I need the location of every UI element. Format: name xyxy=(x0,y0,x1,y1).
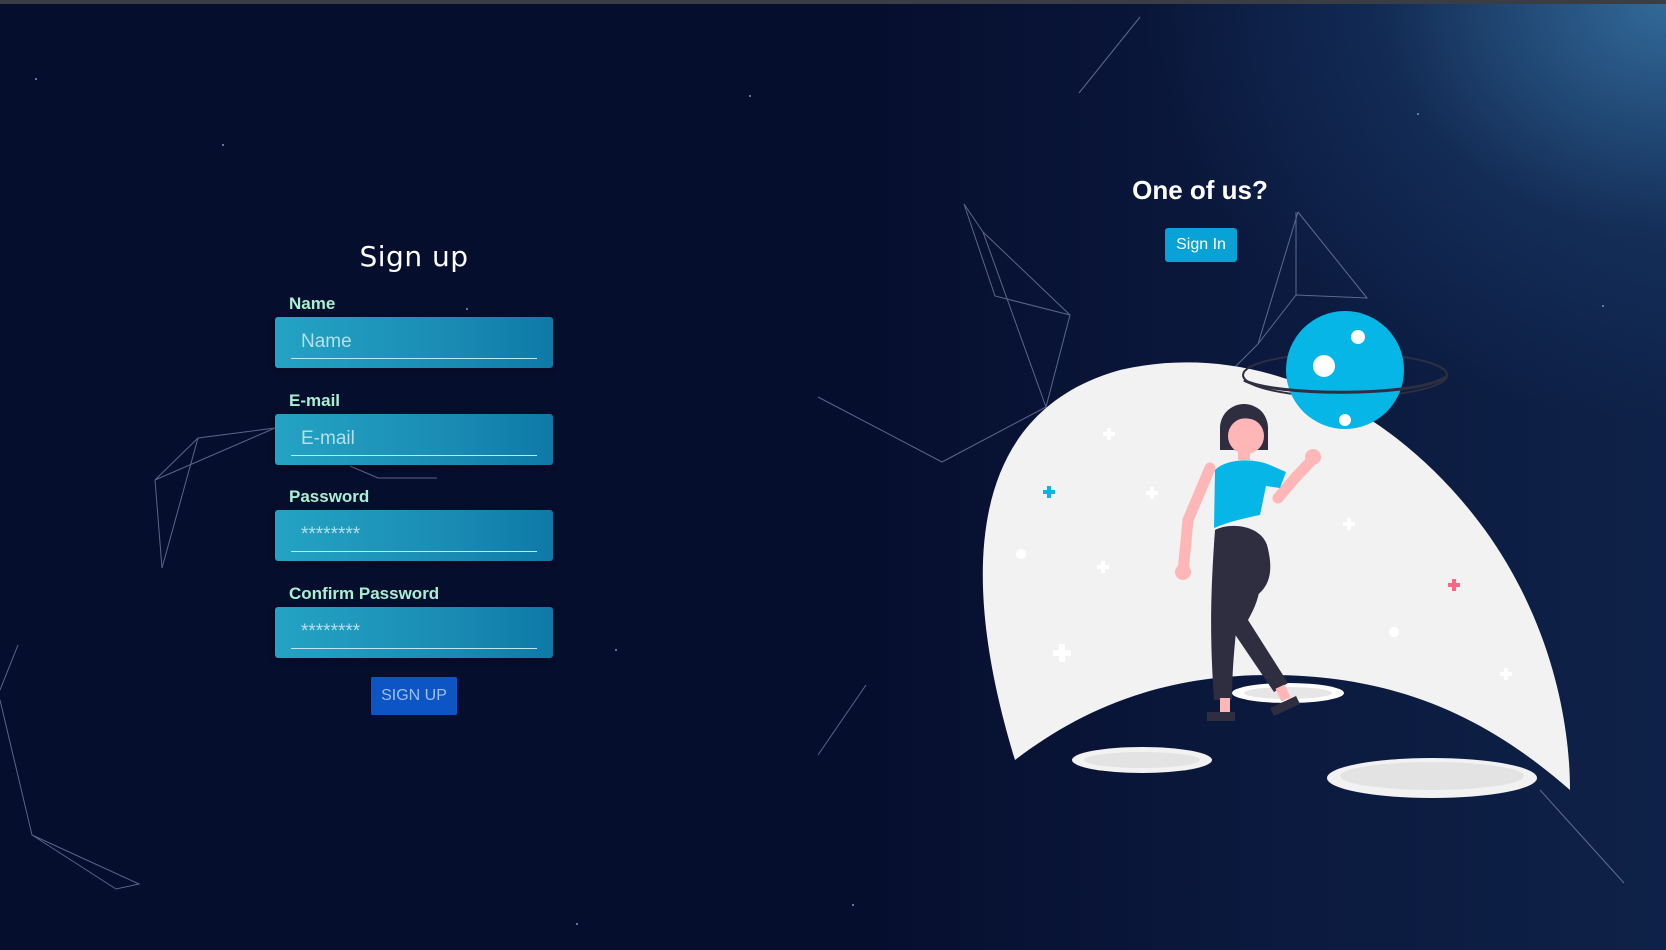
signin-button[interactable]: Sign In xyxy=(1165,228,1237,262)
moon-surface xyxy=(982,362,1570,790)
name-field-container xyxy=(275,317,553,368)
confirm-password-label: Confirm Password xyxy=(289,584,440,603)
crater-inner xyxy=(1340,762,1524,790)
email-input[interactable] xyxy=(291,422,537,456)
signup-button[interactable]: SIGN UP xyxy=(371,677,457,715)
astronaut-girl-planet-illustration xyxy=(982,311,1570,798)
password-field-container xyxy=(275,510,553,561)
signin-heading: One of us? xyxy=(1132,175,1268,205)
email-label: E-mail xyxy=(289,391,341,410)
name-input[interactable] xyxy=(291,325,537,359)
confirm-password-field-container xyxy=(275,607,553,658)
crater-inner xyxy=(1084,752,1200,768)
email-field-container xyxy=(275,414,553,465)
planet xyxy=(1286,311,1404,429)
password-input[interactable] xyxy=(291,518,537,552)
password-label: Password xyxy=(289,487,370,506)
name-label: Name xyxy=(289,294,336,313)
signup-title: Sign up xyxy=(359,240,469,273)
confirm-password-input[interactable] xyxy=(291,615,537,649)
